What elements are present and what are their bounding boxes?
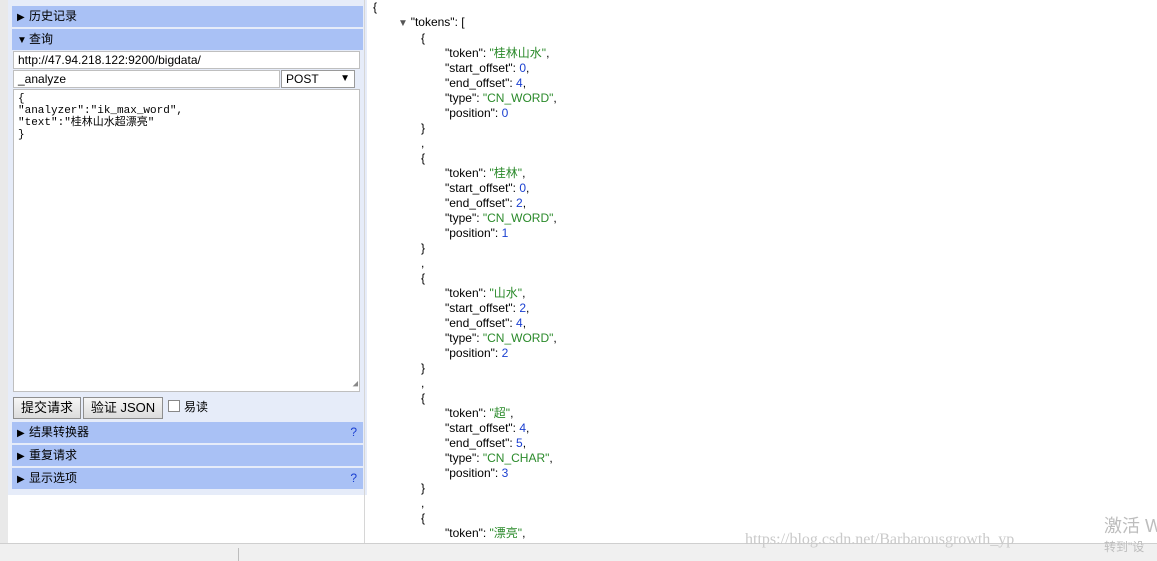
resize-grip-icon[interactable]: ◢ bbox=[353, 378, 358, 390]
csdn-watermark: https://blog.csdn.net/Barbarousgrowth_yp bbox=[745, 531, 1015, 548]
json-field-end_offset: "end_offset": 4, bbox=[445, 76, 527, 90]
json-field-position: "position": 3 bbox=[445, 466, 509, 480]
triangle-right-icon: ▶ bbox=[17, 12, 25, 23]
section-repeat-request[interactable]: ▶ 重复请求 bbox=[12, 445, 363, 466]
json-comma: , bbox=[421, 376, 425, 390]
section-display-label: 显示选项 bbox=[29, 471, 78, 485]
json-result-view: { ▼ "tokens": [ {"token": "桂林山水", "start_… bbox=[371, 0, 1151, 543]
collapse-toggle-icon[interactable]: ▼ bbox=[398, 18, 411, 29]
json-field-start_offset: "start_offset": 4, bbox=[445, 421, 530, 435]
pretty-checkbox[interactable]: 易读 bbox=[168, 400, 208, 415]
json-field-end_offset: "end_offset": 5, bbox=[445, 436, 527, 450]
json-comma: , bbox=[421, 256, 425, 270]
request-body-textarea[interactable]: { "analyzer":"ik_max_word", "text":"桂林山水… bbox=[13, 89, 360, 392]
json-field-type: "type": "CN_WORD", bbox=[445, 331, 557, 345]
json-value: "桂林" bbox=[489, 166, 523, 180]
json-field-token: "token": "桂林", bbox=[445, 166, 526, 180]
method-value: POST bbox=[286, 72, 319, 86]
validate-json-button[interactable]: 验证 JSON bbox=[83, 397, 163, 419]
method-select[interactable]: POST ▼ bbox=[281, 70, 355, 88]
dropdown-arrow-icon: ▼ bbox=[340, 73, 350, 84]
json-value: 0 bbox=[501, 106, 509, 120]
help-icon[interactable]: ? bbox=[350, 422, 357, 443]
submit-request-button[interactable]: 提交请求 bbox=[13, 397, 81, 419]
json-object-close: } bbox=[421, 481, 426, 495]
json-field-position: "position": 1 bbox=[445, 226, 509, 240]
json-open-brace: { bbox=[373, 0, 378, 14]
panel-divider bbox=[364, 0, 365, 560]
json-value: "CN_CHAR" bbox=[482, 451, 550, 465]
section-display-options[interactable]: ▶ 显示选项 ? bbox=[12, 468, 363, 489]
json-value: 1 bbox=[501, 226, 509, 240]
json-value: 2 bbox=[501, 346, 509, 360]
json-value: 4 bbox=[516, 76, 523, 90]
json-object-open: { bbox=[421, 151, 426, 165]
json-field-position: "position": 0 bbox=[445, 106, 509, 120]
section-query[interactable]: ▼ 查询 bbox=[12, 29, 363, 50]
json-object-close: } bbox=[421, 241, 426, 255]
section-history[interactable]: ▶ 历史记录 bbox=[12, 6, 363, 27]
json-value: 5 bbox=[516, 436, 523, 450]
json-field-token: "token": "漂亮", bbox=[445, 526, 526, 540]
json-field-token: "token": "山水", bbox=[445, 286, 526, 300]
json-field-type: "type": "CN_WORD", bbox=[445, 211, 557, 225]
json-field-start_offset: "start_offset": 0, bbox=[445, 181, 530, 195]
request-body-text: { "analyzer":"ik_max_word", "text":"桂林山水… bbox=[18, 93, 184, 141]
help-icon[interactable]: ? bbox=[350, 468, 357, 489]
json-value: "CN_WORD" bbox=[482, 91, 554, 105]
json-value: 4 bbox=[516, 316, 523, 330]
json-field-token: "token": "桂林山水", bbox=[445, 46, 550, 60]
section-result-converter[interactable]: ▶ 结果转换器 ? bbox=[12, 422, 363, 443]
json-object-open: { bbox=[421, 511, 426, 525]
section-history-label: 历史记录 bbox=[29, 9, 78, 23]
json-object-close: } bbox=[421, 361, 426, 375]
json-value: 3 bbox=[501, 466, 509, 480]
path-input[interactable]: _analyze bbox=[13, 70, 280, 88]
json-field-end_offset: "end_offset": 2, bbox=[445, 196, 527, 210]
json-value: "山水" bbox=[489, 286, 523, 300]
json-object-open: { bbox=[421, 271, 426, 285]
activate-windows-subtext: 转到"设 bbox=[1104, 540, 1145, 554]
json-value: 2 bbox=[516, 196, 523, 210]
triangle-right-icon: ▶ bbox=[17, 451, 25, 462]
section-repeat-label: 重复请求 bbox=[29, 448, 78, 462]
url-input[interactable]: http://47.94.218.122:9200/bigdata/ bbox=[13, 51, 360, 69]
json-field-token: "token": "超", bbox=[445, 406, 514, 420]
json-comma: , bbox=[421, 496, 425, 510]
triangle-right-icon: ▶ bbox=[17, 428, 25, 439]
window-left-edge bbox=[0, 0, 8, 560]
checkbox-icon[interactable] bbox=[168, 400, 180, 412]
json-field-end_offset: "end_offset": 4, bbox=[445, 316, 527, 330]
json-value: "超" bbox=[489, 406, 511, 420]
triangle-down-icon: ▼ bbox=[17, 35, 27, 46]
json-value: "CN_WORD" bbox=[482, 331, 554, 345]
tokens-key: "tokens": [ bbox=[410, 15, 465, 29]
json-object-close: } bbox=[421, 121, 426, 135]
json-field-start_offset: "start_offset": 2, bbox=[445, 301, 530, 315]
json-field-start_offset: "start_offset": 0, bbox=[445, 61, 530, 75]
json-field-position: "position": 2 bbox=[445, 346, 509, 360]
section-query-label: 查询 bbox=[29, 32, 54, 46]
json-value: "CN_WORD" bbox=[482, 211, 554, 225]
activate-windows-text: 激活 W bbox=[1104, 516, 1157, 536]
triangle-right-icon: ▶ bbox=[17, 474, 25, 485]
json-tokens-line: ▼ "tokens": [ bbox=[398, 15, 465, 31]
pretty-label: 易读 bbox=[184, 400, 209, 414]
json-comma: , bbox=[421, 136, 425, 150]
json-object-open: { bbox=[421, 391, 426, 405]
json-value: "漂亮" bbox=[489, 526, 523, 540]
status-separator bbox=[238, 548, 239, 561]
json-object-open: { bbox=[421, 31, 426, 45]
json-field-type: "type": "CN_WORD", bbox=[445, 91, 557, 105]
json-field-type: "type": "CN_CHAR", bbox=[445, 451, 553, 465]
json-value: "桂林山水" bbox=[489, 46, 547, 60]
section-converter-label: 结果转换器 bbox=[29, 425, 90, 439]
